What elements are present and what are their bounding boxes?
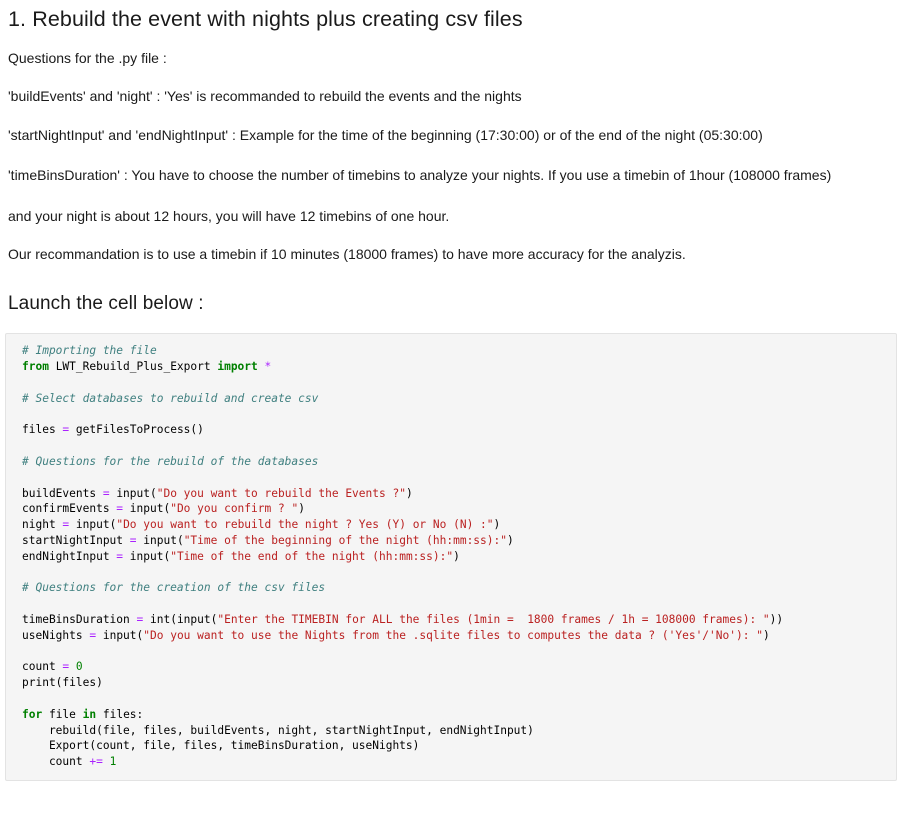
- paragraph-buildevents-night: 'buildEvents' and 'night' : 'Yes' is rec…: [8, 88, 522, 105]
- paragraph-questions-intro: Questions for the .py file :: [8, 49, 167, 66]
- launch-cell-heading: Launch the cell below :: [8, 292, 204, 314]
- paragraph-startnight-endnight: 'startNightInput' and 'endNightInput' : …: [8, 126, 763, 143]
- paragraph-night-duration: and your night is about 12 hours, you wi…: [8, 207, 450, 224]
- page-title: 1. Rebuild the event with nights plus cr…: [8, 7, 523, 31]
- markdown-cell-intro: 1. Rebuild the event with nights plus cr…: [0, 6, 902, 315]
- paragraph-timebinsduration: 'timeBinsDuration' : You have to choose …: [8, 167, 832, 184]
- code-cell[interactable]: # Importing the file from LWT_Rebuild_Pl…: [5, 333, 897, 781]
- notebook-page: 1. Rebuild the event with nights plus cr…: [0, 0, 902, 781]
- paragraph-recommandation: Our recommandation is to use a timebin i…: [8, 246, 686, 263]
- code-cell-source[interactable]: # Importing the file from LWT_Rebuild_Pl…: [6, 343, 896, 770]
